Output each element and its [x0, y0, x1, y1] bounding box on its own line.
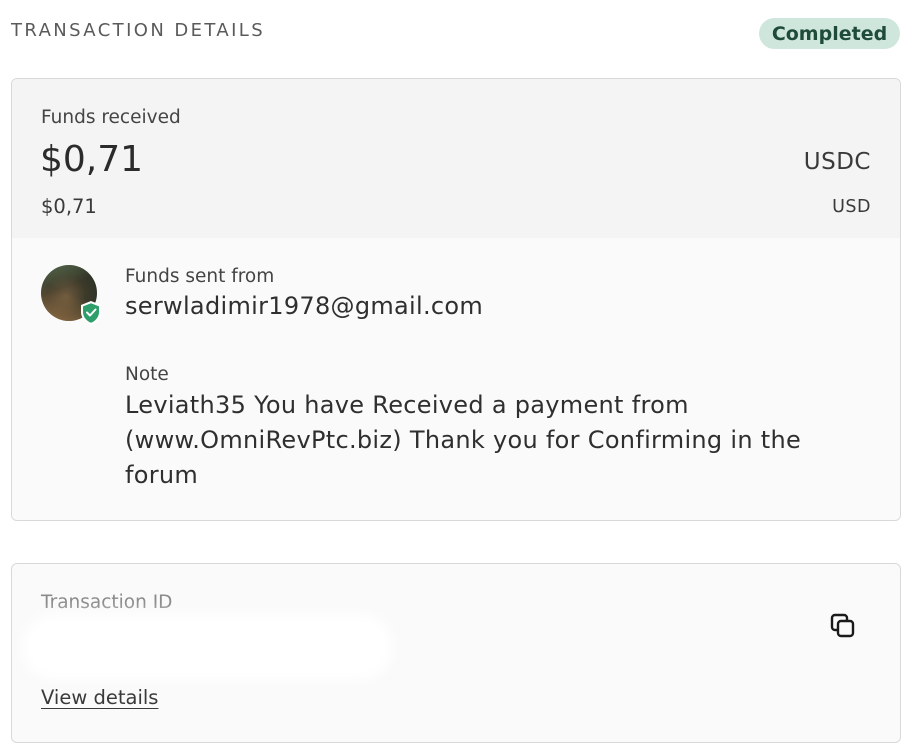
note-label: Note — [125, 364, 169, 385]
copy-icon[interactable] — [829, 612, 857, 640]
page-header: TRANSACTION DETAILS Completed — [0, 0, 915, 62]
transaction-details-card: Funds received $0,71 USDC $0,71 USD Fund… — [11, 78, 901, 521]
transaction-id-value-redacted — [30, 622, 385, 672]
funds-received-label: Funds received — [41, 107, 181, 128]
note-text: Leviath35 You have Received a payment fr… — [125, 391, 802, 489]
funds-sent-from-label: Funds sent from — [125, 266, 275, 287]
avatar — [41, 265, 101, 325]
converted-amount-value: $0,71 — [41, 195, 97, 218]
view-details-link[interactable]: View details — [41, 686, 158, 709]
transaction-id-card: Transaction ID View details — [11, 563, 901, 743]
sender-email: serwladimir1978@gmail.com — [125, 292, 484, 320]
amount-value: $0,71 — [40, 139, 144, 180]
funds-received-section: Funds received $0,71 USDC $0,71 USD — [12, 79, 900, 238]
amount-currency: USDC — [803, 149, 871, 175]
verified-shield-icon — [81, 301, 101, 325]
status-badge: Completed — [759, 18, 900, 49]
transaction-id-label: Transaction ID — [41, 592, 173, 613]
converted-amount-currency: USD — [832, 197, 871, 217]
sender-section: Funds sent from serwladimir1978@gmail.co… — [12, 238, 900, 520]
page-title: TRANSACTION DETAILS — [11, 20, 266, 41]
